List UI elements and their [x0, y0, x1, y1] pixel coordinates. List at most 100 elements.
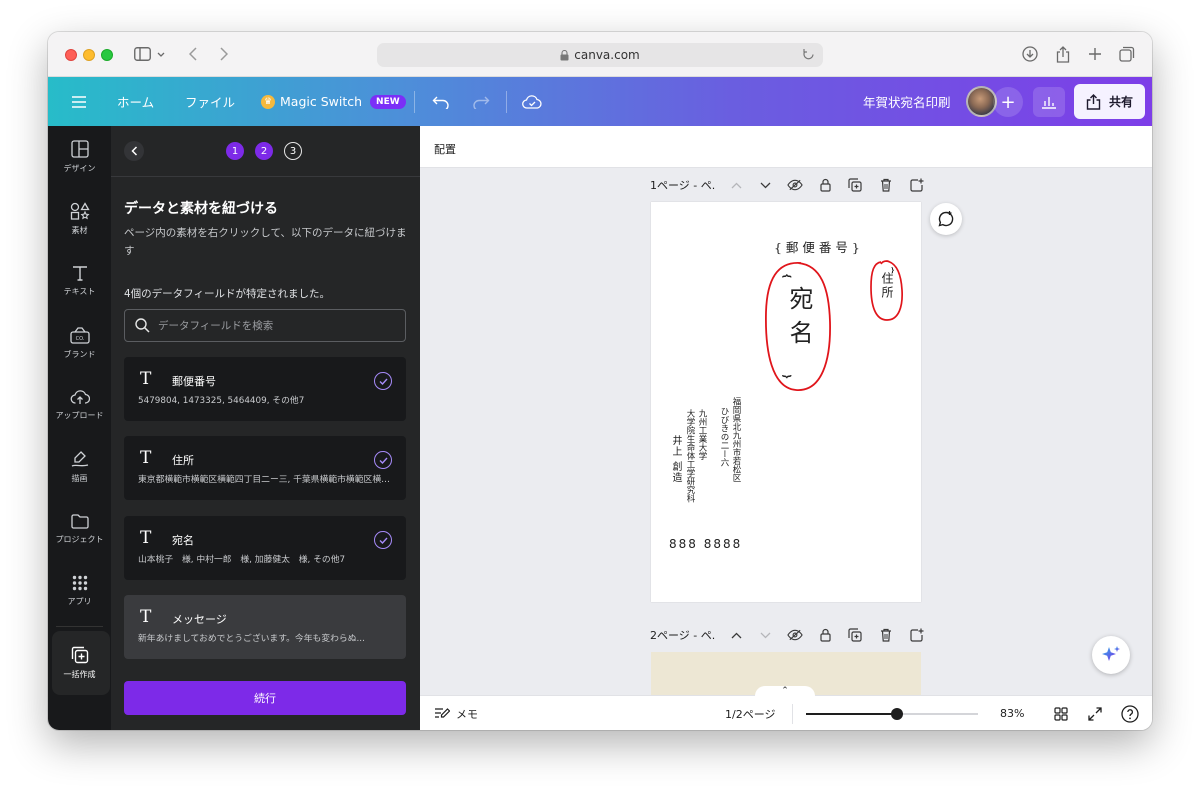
chevron-down-icon[interactable]	[757, 627, 773, 643]
shapes-icon	[70, 202, 90, 220]
zoom-window-button[interactable]	[101, 49, 113, 61]
page-title[interactable]: 1ページ - ペ.	[650, 177, 715, 193]
magic-switch-button[interactable]: ♛ Magic Switch NEW	[261, 77, 406, 126]
sender-address-line-1[interactable]: 福岡県北九州市若松区	[730, 397, 741, 482]
insights-icon[interactable]	[1033, 87, 1065, 117]
rail-label: 素材	[71, 226, 88, 235]
duplicate-icon[interactable]	[847, 627, 863, 643]
data-field-card-message[interactable]: T メッセージ 新年あけましておめでとうございます。今年も変わらぬ...	[124, 595, 406, 659]
rail-item-apps[interactable]: アプリ	[48, 561, 111, 621]
brace-bottom: ⏟	[782, 358, 792, 377]
divider	[111, 176, 420, 177]
postal-code-placeholder[interactable]: { 郵 便 番 号 }	[774, 237, 860, 256]
postcard-page-1[interactable]: { 郵 便 番 号 } ⏞ 住所 ⏞ 宛名 ⏟ 福岡県北九州市若松区 ひびきの二…	[651, 202, 921, 602]
field-name: メッセージ	[172, 613, 227, 626]
sender-org-line-2[interactable]: 大学院生命体工学研究科	[684, 409, 695, 503]
fullscreen-icon[interactable]	[1088, 696, 1102, 730]
document-title[interactable]: 年賀状宛名印刷	[863, 77, 951, 126]
sender-postal-code[interactable]: 888 8888	[669, 537, 742, 551]
add-page-icon[interactable]	[909, 627, 925, 643]
address-bar[interactable]: canva.com	[377, 43, 823, 67]
undo-icon[interactable]	[432, 77, 450, 126]
rail-item-projects[interactable]: プロジェクト	[48, 499, 111, 559]
step-2-indicator: 2	[255, 142, 273, 160]
chevron-down-icon[interactable]	[156, 44, 166, 64]
new-tab-icon[interactable]	[1086, 44, 1104, 64]
add-comment-button[interactable]	[930, 203, 962, 235]
share-button[interactable]: 共有	[1074, 84, 1145, 119]
zoom-level[interactable]: 83%	[1000, 696, 1024, 730]
notes-button[interactable]: メモ	[434, 696, 478, 730]
rail-item-draw[interactable]: 描画	[48, 437, 111, 497]
name-placeholder: 宛名	[785, 286, 813, 354]
duplicate-icon[interactable]	[847, 177, 863, 193]
text-icon	[72, 266, 87, 281]
bulk-create-panel: 1 2 3 データと素材を紐づける ページ内の素材を右クリックして、以下のデータ…	[111, 126, 420, 730]
redo-icon[interactable]	[472, 77, 490, 126]
home-button[interactable]: ホーム	[117, 77, 154, 126]
menu-icon[interactable]	[72, 77, 86, 126]
file-menu-button[interactable]: ファイル	[185, 77, 235, 126]
sender-org-line-1[interactable]: 九州工業大学	[696, 409, 707, 460]
browser-window: canva.com ホーム ファイル ♛ Magic Switch NEW 年賀…	[48, 32, 1152, 730]
brand-icon: CO.	[69, 326, 90, 344]
page-title[interactable]: 2ページ - ペ.	[650, 627, 715, 643]
data-field-card-address[interactable]: T 住所 東京都横範市横範区横範四丁目二ー三, 千葉県横範市横範区横範...	[124, 436, 406, 500]
zoom-slider[interactable]	[806, 708, 978, 720]
trash-icon[interactable]	[878, 177, 894, 193]
back-icon[interactable]	[186, 44, 200, 64]
field-name: 郵便番号	[172, 375, 216, 388]
chevron-up-icon[interactable]	[728, 627, 744, 643]
rail-item-design[interactable]: デザイン	[48, 127, 111, 187]
rail-item-bulk-create[interactable]: 一括作成	[48, 633, 111, 693]
notes-icon	[435, 708, 450, 718]
close-window-button[interactable]	[65, 49, 77, 61]
rail-item-text[interactable]: テキスト	[48, 251, 111, 311]
lock-icon[interactable]	[817, 627, 833, 643]
rail-item-uploads[interactable]: アップロード	[48, 375, 111, 435]
name-placeholder-group[interactable]: ⏞ 宛名 ⏟	[763, 260, 833, 394]
context-toolbar: 配置	[420, 126, 1152, 168]
download-icon[interactable]	[1021, 44, 1039, 64]
rail-item-elements[interactable]: 素材	[48, 189, 111, 249]
data-field-card-name[interactable]: T 宛名 山本桃子 様, 中村一郎 様, 加藤健太 様, その他7	[124, 516, 406, 580]
folder-icon	[70, 513, 89, 529]
continue-button[interactable]: 続行	[124, 681, 406, 715]
field-count-text: 4個のデータフィールドが特定されました。	[124, 288, 330, 300]
grid-view-icon[interactable]	[1054, 696, 1068, 730]
minimize-window-button[interactable]	[83, 49, 95, 61]
rail-label: アップロード	[55, 411, 104, 420]
rail-label: デザイン	[63, 164, 96, 173]
reload-icon[interactable]	[802, 48, 815, 61]
magic-assistant-button[interactable]	[1092, 636, 1130, 674]
page-indicator[interactable]: 1/2ページ	[725, 696, 775, 730]
page-toolbar: 2ページ - ペ.	[650, 625, 940, 645]
back-button[interactable]	[124, 141, 144, 161]
rail-item-brand[interactable]: CO. ブランド	[48, 313, 111, 373]
chevron-down-icon[interactable]	[757, 177, 773, 193]
sidebar-icon[interactable]	[132, 44, 152, 64]
help-icon[interactable]	[1121, 696, 1139, 730]
upload-icon	[70, 390, 90, 404]
forward-icon[interactable]	[217, 44, 231, 64]
trash-icon[interactable]	[878, 627, 894, 643]
zoom-slider-handle[interactable]	[891, 708, 904, 720]
search-input[interactable]	[158, 319, 398, 332]
sender-address-line-2[interactable]: ひびきの二ー六	[718, 407, 729, 467]
invite-button[interactable]: +	[993, 87, 1023, 117]
chevron-up-icon[interactable]	[728, 177, 744, 193]
hide-eye-icon[interactable]	[787, 627, 803, 643]
cloud-saved-icon[interactable]	[522, 77, 542, 126]
sender-name[interactable]: 井上 創造	[669, 435, 681, 483]
check-icon	[374, 372, 392, 390]
lock-icon[interactable]	[817, 177, 833, 193]
address-placeholder-group[interactable]: ⏞ 住所	[869, 259, 905, 323]
hide-eye-icon[interactable]	[787, 177, 803, 193]
share-sheet-icon[interactable]	[1054, 44, 1072, 64]
divider	[414, 91, 415, 113]
add-page-icon[interactable]	[909, 177, 925, 193]
tab-overview-icon[interactable]	[1118, 44, 1136, 64]
search-field[interactable]	[124, 309, 406, 342]
arrange-button[interactable]: 配置	[434, 141, 456, 157]
data-field-card-postal[interactable]: T 郵便番号 5479804, 1473325, 5464409, その他7	[124, 357, 406, 421]
